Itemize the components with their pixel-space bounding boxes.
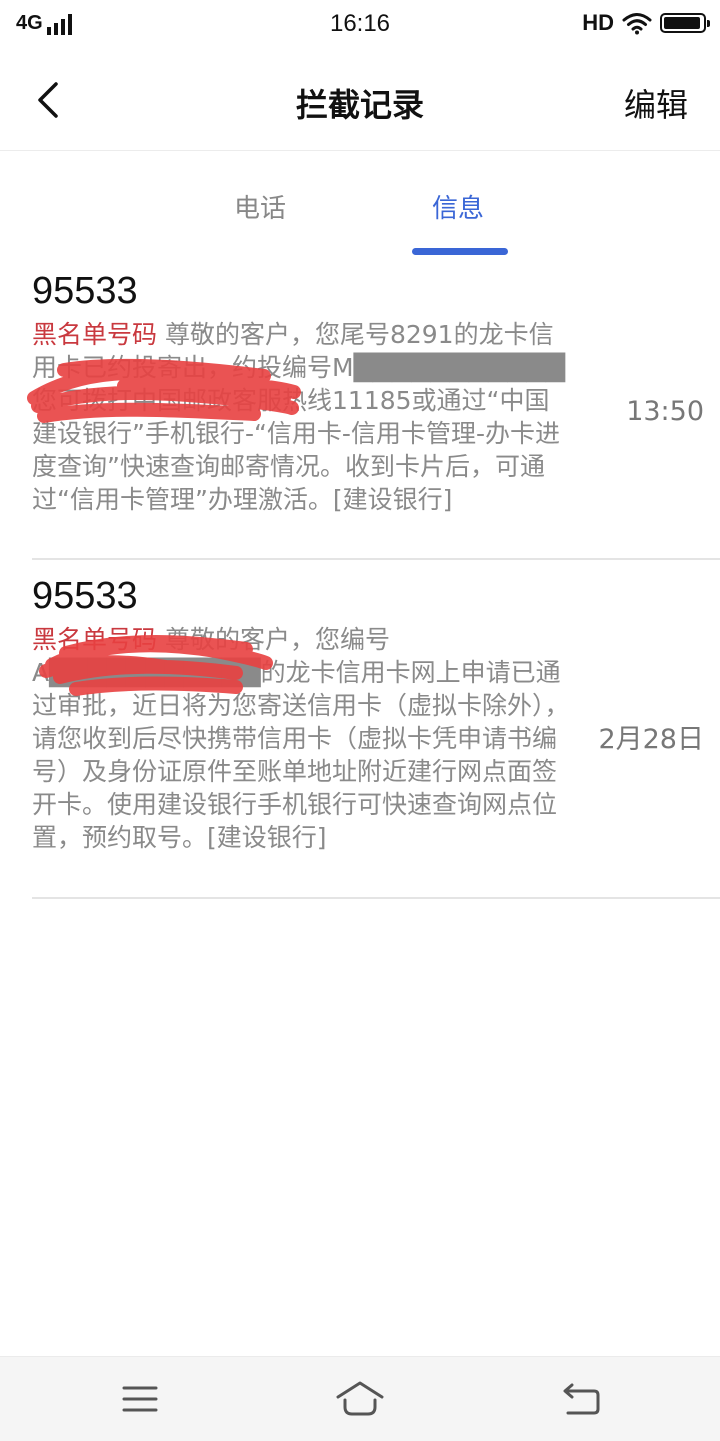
back-arrow-icon[interactable] bbox=[556, 1379, 604, 1419]
message-item[interactable]: 95533 黑名单号码 尊敬的客户，您编号A███████████的龙卡信用卡网… bbox=[0, 575, 720, 900]
status-icons: HD bbox=[582, 10, 710, 36]
tab-messages[interactable]: 信息 bbox=[432, 188, 484, 225]
message-preview: 黑名单号码 尊敬的客户，您尾号8291的龙卡信用卡已约投寄出，约投编号M████… bbox=[32, 318, 572, 516]
edit-button[interactable]: 编辑 bbox=[624, 80, 688, 126]
battery-icon bbox=[660, 13, 710, 33]
blacklist-tag: 黑名单号码 bbox=[32, 320, 158, 349]
message-item[interactable]: 95533 黑名单号码 尊敬的客户，您尾号8291的龙卡信用卡已约投寄出，约投编… bbox=[0, 270, 720, 560]
status-bar: 4G 16:16 HD bbox=[0, 0, 720, 50]
message-preview: 黑名单号码 尊敬的客户，您编号A███████████的龙卡信用卡网上申请已通过… bbox=[32, 623, 572, 854]
hd-indicator: HD bbox=[582, 10, 614, 35]
divider bbox=[32, 897, 720, 899]
wifi-icon bbox=[622, 13, 652, 35]
message-time: 13:50 bbox=[626, 396, 704, 427]
menu-icon[interactable] bbox=[116, 1379, 164, 1419]
message-text: 尊敬的客户，您编号A███████████的龙卡信用卡网上申请已通过审批，近日将… bbox=[32, 625, 570, 852]
tab-bar: 电话 信息 bbox=[0, 152, 720, 256]
blacklist-tag: 黑名单号码 bbox=[32, 625, 158, 654]
tab-calls[interactable]: 电话 bbox=[234, 188, 286, 225]
page-title: 拦截记录 bbox=[295, 86, 424, 124]
message-text: 尊敬的客户，您尾号8291的龙卡信用卡已约投寄出，约投编号M██████████… bbox=[32, 320, 566, 514]
message-sender: 95533 bbox=[32, 575, 138, 617]
message-sender: 95533 bbox=[32, 270, 138, 312]
home-icon[interactable] bbox=[334, 1379, 386, 1419]
message-time: 2月28日 bbox=[598, 724, 704, 755]
active-tab-indicator bbox=[412, 248, 508, 255]
title-bar: 拦截记录 编辑 bbox=[0, 50, 720, 151]
divider bbox=[32, 558, 720, 560]
system-nav-bar bbox=[0, 1356, 720, 1441]
